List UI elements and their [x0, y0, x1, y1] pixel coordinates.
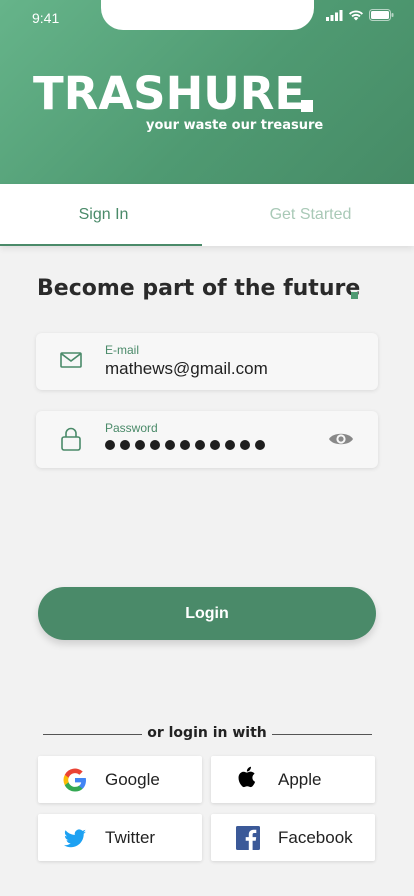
brand-dot [301, 100, 313, 112]
social-login-divider-text: or login in with [147, 725, 267, 741]
facebook-icon [236, 826, 260, 850]
page-title: Become part of the future [37, 276, 361, 301]
status-icons [326, 9, 394, 21]
email-value[interactable]: mathews@gmail.com [105, 359, 268, 379]
mail-icon [60, 352, 82, 368]
password-mask-dot [180, 440, 190, 450]
password-mask-dot [225, 440, 235, 450]
password-mask-dot [120, 440, 130, 450]
email-label: E-mail [105, 343, 140, 357]
wifi-icon [349, 9, 363, 20]
tab-sign-in[interactable]: Sign In [0, 184, 207, 246]
facebook-login-button[interactable]: Facebook [211, 814, 375, 861]
password-mask-dot [210, 440, 220, 450]
twitter-icon [64, 829, 86, 848]
divider-line-left [43, 734, 142, 735]
tab-get-started[interactable]: Get Started [207, 184, 414, 246]
twitter-login-button[interactable]: Twitter [38, 814, 202, 861]
brand-tagline: your waste our treasure [146, 118, 324, 133]
eye-icon[interactable] [328, 430, 354, 448]
lock-icon [61, 427, 81, 451]
apple-icon [238, 766, 256, 788]
password-label: Password [105, 421, 158, 435]
brand-logo-text: TRASHURE [33, 67, 306, 120]
status-time: 9:41 [32, 10, 60, 26]
password-mask-dot [165, 440, 175, 450]
google-label: Google [105, 770, 160, 789]
password-value[interactable] [105, 440, 265, 450]
password-mask-dot [240, 440, 250, 450]
email-field[interactable]: E-mail mathews@gmail.com [36, 333, 378, 390]
facebook-label: Facebook [278, 828, 353, 847]
battery-icon [369, 9, 394, 21]
login-button[interactable]: Login [38, 587, 376, 640]
device-notch [101, 0, 314, 30]
password-mask-dot [255, 440, 265, 450]
signal-icon [326, 9, 343, 21]
heading-accent-dot [351, 292, 358, 299]
apple-login-button[interactable]: Apple [211, 756, 375, 803]
auth-tabs: Sign In Get Started [0, 184, 414, 246]
google-icon [63, 768, 86, 792]
hero-banner: 9:41 TRASHURE your waste our treasure [0, 0, 414, 184]
active-tab-indicator [0, 244, 202, 246]
apple-label: Apple [278, 770, 322, 789]
divider-line-right [272, 734, 372, 735]
twitter-label: Twitter [105, 828, 156, 847]
password-mask-dot [105, 440, 115, 450]
password-mask-dot [135, 440, 145, 450]
password-field[interactable]: Password [36, 411, 378, 468]
password-mask-dot [150, 440, 160, 450]
google-login-button[interactable]: Google [38, 756, 202, 803]
password-mask-dot [195, 440, 205, 450]
